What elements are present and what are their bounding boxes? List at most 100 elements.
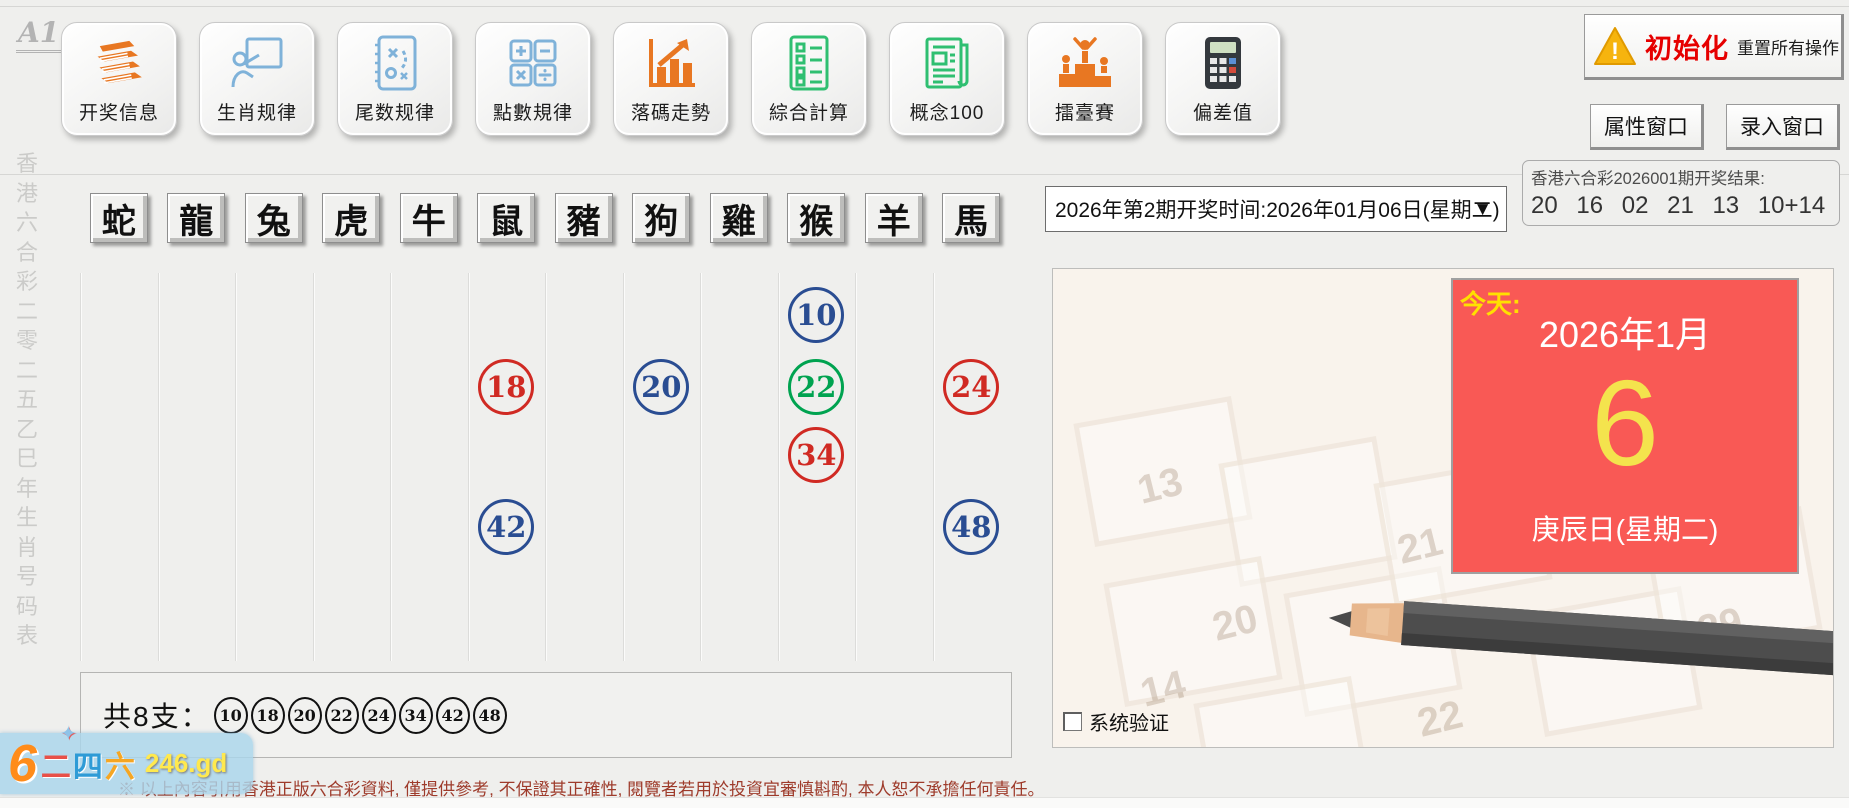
- toolbar-button-podium[interactable]: 擂臺賽: [1027, 22, 1143, 136]
- calculator-icon: [1191, 31, 1255, 95]
- result-panel: 香港六合彩2026001期开奖结果: 20 16 02 21 13 10+14: [1522, 160, 1840, 226]
- zodiac-button-4[interactable]: 虎: [322, 193, 381, 243]
- vertical-title-char: 年: [15, 475, 38, 501]
- system-verify-label: 系统验证: [1089, 713, 1169, 735]
- entry-window-button[interactable]: 录入窗口: [1726, 104, 1840, 150]
- zodiac-cell: 馬: [933, 192, 1011, 244]
- number-ball-42: 42: [478, 499, 535, 555]
- presentation-icon: [225, 31, 289, 95]
- bar-chart-icon: [639, 31, 703, 95]
- watermark-text: 二四六: [41, 742, 137, 786]
- toolbar-button-books[interactable]: 开奖信息: [61, 22, 177, 136]
- zodiac-button-1[interactable]: 蛇: [89, 193, 148, 243]
- vertical-title-char: 肖: [15, 534, 38, 560]
- toolbar-button-label: 綜合計算: [768, 103, 849, 124]
- grid-column: [622, 273, 701, 661]
- property-window-button[interactable]: 属性窗口: [1590, 104, 1704, 150]
- zodiac-button-10[interactable]: 猴: [787, 193, 846, 243]
- toolbar-button-calculator[interactable]: 偏差值: [1165, 22, 1281, 136]
- vertical-title-char: 五: [15, 387, 38, 412]
- toolbar-button-label: 概念100: [909, 103, 985, 124]
- calendar-panel: 1322232120291422 今天: 2026年1月 6 庚辰日(星期二) …: [1052, 268, 1834, 748]
- grid-column: [312, 273, 391, 661]
- zodiac-cell: 牛: [390, 192, 468, 244]
- summary-number-24: 24: [361, 696, 396, 734]
- calendar-day-detail: 庚辰日(星期二): [1531, 514, 1719, 545]
- vertical-title-char: 二: [15, 357, 38, 383]
- result-title: 香港六合彩2026001期开奖结果:: [1531, 170, 1765, 188]
- bottom-strip: [0, 797, 1849, 808]
- zodiac-cell: 虎: [313, 192, 391, 244]
- watermark-char: 四: [72, 750, 105, 784]
- toolbar-button-label: 尾数规律: [354, 103, 435, 124]
- zodiac-cell: 猴: [778, 192, 856, 244]
- chevron-down-icon[interactable]: ▼: [1473, 199, 1492, 221]
- initialize-description: 重置所有操作: [1737, 38, 1839, 58]
- toolbar-button-presentation[interactable]: 生肖规律: [199, 22, 315, 136]
- zodiac-cell: 羊: [855, 192, 933, 244]
- vertical-title-char: 六: [15, 210, 38, 235]
- number-ball-18: 18: [478, 359, 535, 415]
- zodiac-cell: 兔: [235, 192, 313, 244]
- vertical-title-char: 合: [15, 239, 38, 265]
- watermark-char: 六: [104, 750, 137, 784]
- grid-column: [700, 273, 778, 661]
- toolbar-button-label: 點數規律: [492, 103, 573, 124]
- vertical-title-char: 号: [15, 564, 38, 589]
- summary-number-20: 20: [287, 696, 322, 734]
- toolbar-button-playbook[interactable]: 尾数规律: [337, 22, 453, 136]
- books-icon: [87, 31, 151, 95]
- number-ball-10: 10: [788, 287, 845, 343]
- vertical-title-char: 表: [15, 623, 38, 648]
- zodiac-cell: 蛇: [80, 192, 158, 244]
- vertical-title-char: 香: [15, 151, 38, 176]
- initialize-button[interactable]: ! 初始化 重置所有操作: [1584, 14, 1844, 80]
- sparkle-icon: ✦: [60, 723, 77, 745]
- system-verify-checkbox[interactable]: 系统验证: [1063, 707, 1169, 736]
- grid-column: [157, 273, 236, 661]
- zodiac-number-grid: 10 18 20 22 24 34 42 48: [80, 273, 1011, 661]
- zodiac-button-12[interactable]: 馬: [942, 193, 1001, 243]
- checklist-icon: [777, 31, 841, 95]
- math-icon: [501, 31, 565, 95]
- zodiac-cell: 雞: [700, 192, 778, 244]
- summary-number-42: 42: [435, 696, 470, 734]
- zodiac-button-3[interactable]: 兔: [244, 193, 303, 243]
- toolbar-button-bar-chart[interactable]: 落碼走勢: [613, 22, 729, 136]
- toolbar-button-label: 开奖信息: [78, 103, 159, 124]
- summary-number-34: 34: [398, 696, 433, 734]
- number-ball-22: 22: [788, 359, 845, 415]
- newspaper-icon: [915, 31, 979, 95]
- podium-icon: [1053, 31, 1117, 95]
- toolbar-button-label: 生肖规律: [216, 103, 297, 124]
- vertical-title-char: 零: [15, 328, 38, 353]
- zodiac-row: 蛇龍兔虎牛鼠豬狗雞猴羊馬: [80, 192, 1010, 244]
- zodiac-button-2[interactable]: 龍: [167, 193, 226, 243]
- zodiac-button-11[interactable]: 羊: [864, 193, 923, 243]
- grid-column: [80, 273, 158, 661]
- summary-number-18: 18: [250, 696, 285, 734]
- toolbar-button-label: 落碼走勢: [630, 103, 711, 124]
- grid-column: [390, 273, 468, 661]
- vertical-title-char: 二: [15, 298, 38, 324]
- warning-triangle-icon: !: [1593, 26, 1637, 66]
- summary-number-22: 22: [324, 696, 359, 734]
- top-divider: [0, 6, 1849, 7]
- watermark-domain: 246.gd: [144, 748, 228, 778]
- grid-column: [932, 273, 1011, 661]
- draw-selector[interactable]: 2026年第2期开奖时间:2026年01月06日(星期二) ▼: [1045, 186, 1507, 232]
- checkbox-icon[interactable]: [1063, 712, 1082, 731]
- summary-number-48: 48: [472, 696, 507, 734]
- zodiac-button-8[interactable]: 狗: [632, 193, 691, 243]
- toolbar-button-checklist[interactable]: 綜合計算: [751, 22, 867, 136]
- zodiac-button-5[interactable]: 牛: [399, 193, 458, 243]
- number-ball-34: 34: [788, 427, 845, 483]
- toolbar-button-newspaper[interactable]: 概念100: [889, 22, 1005, 136]
- vertical-title-char: 巳: [15, 446, 38, 471]
- watermark-badge: ✦ 6 二四六 246.gd: [0, 723, 253, 794]
- zodiac-button-9[interactable]: 雞: [709, 193, 768, 243]
- toolbar-button-math[interactable]: 點數規律: [475, 22, 591, 136]
- summary-number-10: 10: [213, 696, 248, 734]
- zodiac-button-6[interactable]: 鼠: [477, 193, 536, 243]
- zodiac-button-7[interactable]: 豬: [554, 193, 613, 243]
